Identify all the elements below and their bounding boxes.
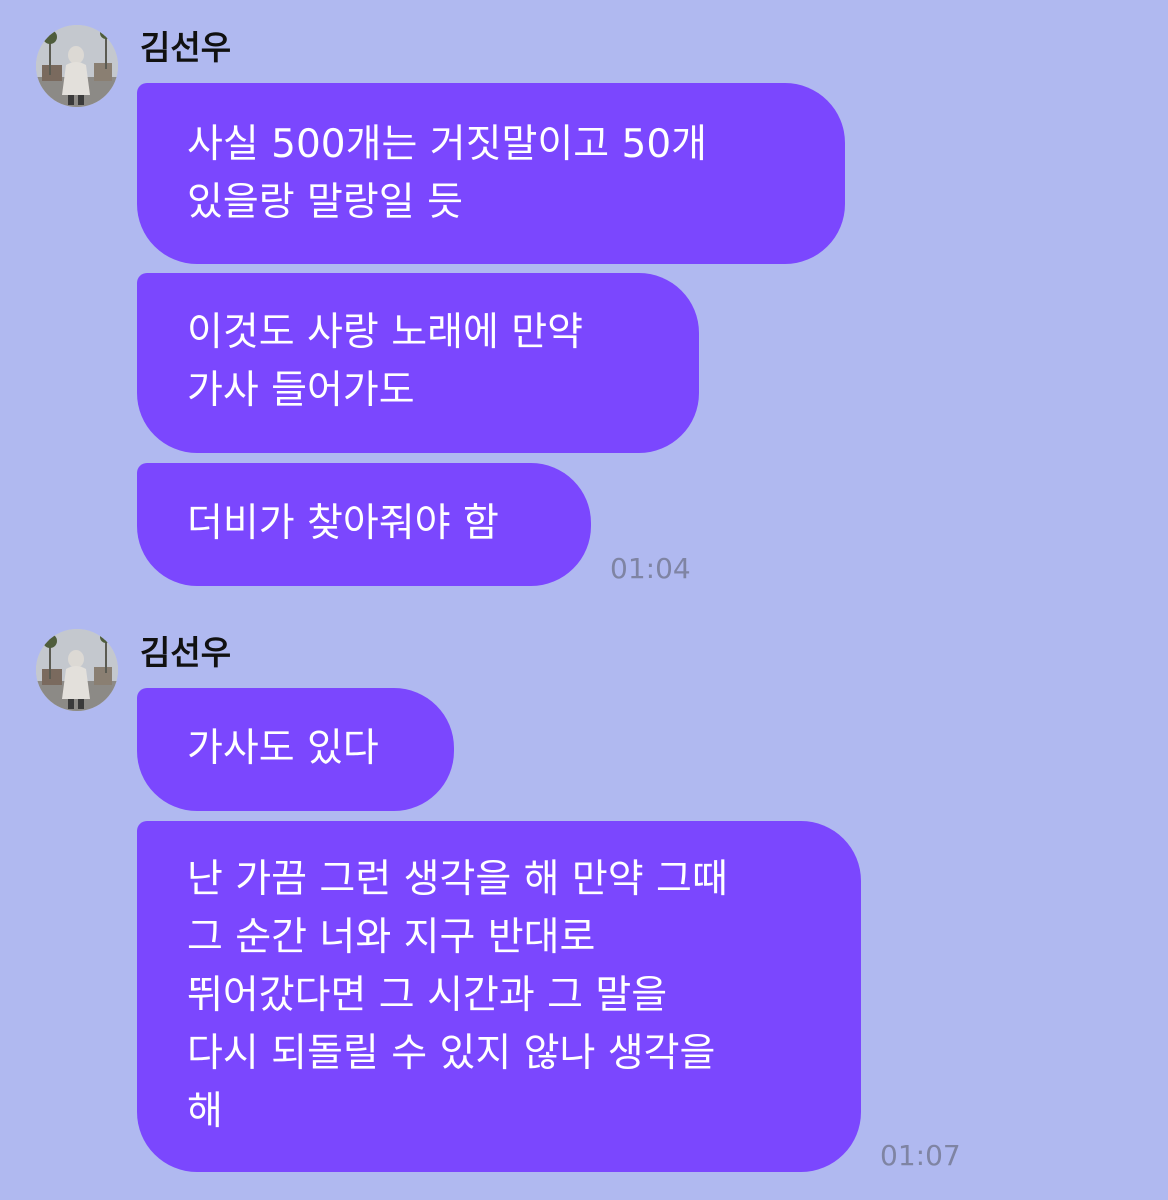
sender-name: 김선우 [140, 633, 232, 672]
message-text-line: 이것도 사랑 노래에 만약 [187, 310, 583, 355]
sender-name: 김선우 [140, 28, 232, 67]
message-timestamp: 01:04 [610, 552, 691, 585]
message-text-line: 난 가끔 그런 생각을 해 만약 그때 [187, 857, 728, 902]
message-text-line: 가사도 있다 [187, 726, 379, 771]
message-text-line: 있을랑 말랑일 듯 [187, 180, 463, 225]
sender-avatar[interactable] [36, 629, 118, 711]
message-bubble[interactable]: 이것도 사랑 노래에 만약 가사 들어가도 [137, 273, 699, 453]
message-bubble[interactable]: 난 가끔 그런 생각을 해 만약 그때 그 순간 너와 지구 반대로 뛰어갔다면… [137, 821, 861, 1172]
message-text-line: 해 [187, 1089, 223, 1134]
message-timestamp: 01:07 [880, 1139, 961, 1172]
message-bubble[interactable]: 더비가 찾아줘야 함 [137, 463, 591, 586]
message-bubble[interactable]: 가사도 있다 [137, 688, 454, 811]
avatar-photo-icon [36, 629, 118, 711]
message-text-line: 가사 들어가도 [187, 368, 415, 413]
message-text-line: 다시 되돌릴 수 있지 않나 생각을 [187, 1031, 716, 1076]
message-text-line: 사실 500개는 거짓말이고 50개 [187, 122, 708, 167]
message-text-line: 그 순간 너와 지구 반대로 [187, 915, 596, 960]
message-bubble[interactable]: 사실 500개는 거짓말이고 50개 있을랑 말랑일 듯 [137, 83, 845, 264]
avatar-photo-icon [36, 25, 118, 107]
sender-avatar[interactable] [36, 25, 118, 107]
message-text-line: 뛰어갔다면 그 시간과 그 말을 [187, 973, 668, 1018]
message-text-line: 더비가 찾아줘야 함 [187, 501, 499, 546]
